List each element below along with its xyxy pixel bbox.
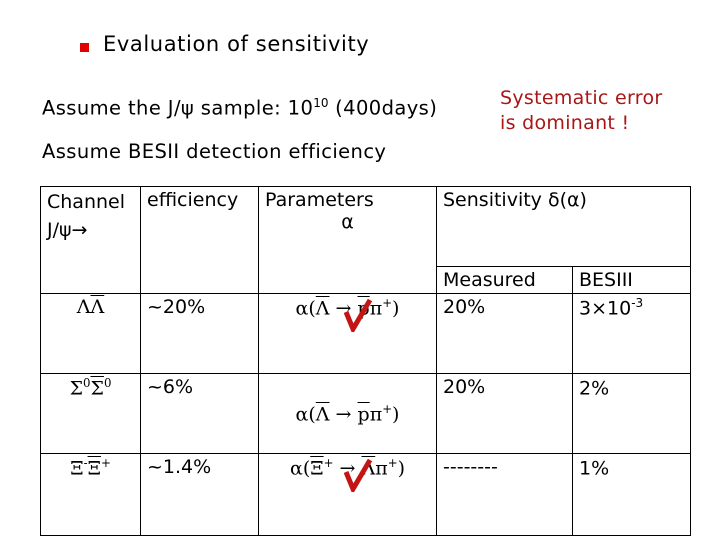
bullet-square-icon: [80, 42, 89, 52]
formula-child2: π: [369, 403, 383, 426]
header-channel-line2: J/ψ→: [47, 218, 88, 241]
cell-measured: 20%: [436, 293, 573, 374]
red-checkmark-icon: [343, 298, 372, 332]
table-header-row: Channel J/ψ→ efficiency Parameters α Sen…: [40, 186, 691, 294]
header-channel-line1: Channel: [47, 191, 126, 213]
red-checkmark-icon: [343, 458, 372, 492]
assumption-sample-suffix: (400days): [335, 96, 438, 120]
cell-parameter: α(Λ → pπ+): [258, 293, 437, 374]
channel-antiparticle: Σ: [90, 377, 104, 400]
formula-child1: p: [357, 403, 370, 426]
cell-besiii-exponent: -3: [631, 296, 644, 310]
channel-antiparticle: Λ: [90, 296, 105, 318]
systematic-error-note-line2: is dominant !: [500, 112, 630, 135]
cell-measured: 20%: [436, 373, 573, 454]
channel-particle-sup: 0: [83, 376, 91, 390]
formula-close: ): [397, 457, 405, 480]
table-row: Ξ-Ξ+ ~1.4% α(Ξ+ → Λπ+) -------- 1%: [40, 453, 691, 536]
formula-alpha: α(: [295, 297, 316, 320]
formula-alpha: α(: [295, 403, 316, 426]
formula-arrow: →: [335, 403, 352, 426]
assumption-sample-exponent: 10: [313, 96, 329, 110]
cell-channel: Ξ-Ξ+: [40, 453, 141, 536]
slide-title-line: Evaluation of sensitivity: [80, 32, 369, 56]
formula-child2-sup: +: [382, 296, 393, 310]
cell-besiii-value: 1%: [579, 457, 610, 480]
assumption-efficiency-line: Assume BESII detection efficiency: [42, 140, 387, 163]
channel-particle: Ξ: [70, 457, 84, 480]
sensitivity-table: Channel J/ψ→ efficiency Parameters α Sen…: [40, 186, 691, 536]
assumption-sample-prefix: Assume the J/ψ sample: 10: [42, 96, 314, 120]
cell-channel: Σ0Σ0: [40, 373, 141, 454]
formula-parent: Ξ: [310, 457, 324, 480]
formula-child2: π: [375, 457, 388, 480]
assumption-sample-line: Assume the J/ψ sample: 1010 (400days): [42, 96, 437, 120]
channel-antiparticle-sup: 0: [103, 376, 112, 390]
cell-parameter: α(Λ → pπ+): [258, 373, 437, 454]
header-parameters: Parameters α: [258, 186, 437, 294]
systematic-error-note: Systematic error is dominant !: [500, 86, 710, 136]
formula-parent-sup: +: [323, 456, 334, 470]
cell-besiii-value: 3×10: [579, 297, 632, 320]
formula-child2-sup: +: [382, 401, 393, 416]
page-title: Evaluation of sensitivity: [103, 32, 370, 56]
table-row: Σ0Σ0 ~6% α(Λ → pπ+) 20% 2%: [40, 373, 691, 454]
channel-particle: Σ: [69, 377, 83, 400]
formula-parent: Λ: [315, 297, 330, 320]
cell-efficiency: ~1.4%: [140, 453, 259, 536]
header-parameters-line1: Parameters: [265, 189, 374, 211]
formula-alpha: α(: [289, 457, 311, 480]
systematic-error-note-line1: Systematic error: [500, 87, 663, 109]
formula-close: ): [392, 403, 400, 426]
header-channel: Channel J/ψ→: [40, 186, 141, 294]
channel-antiparticle: Ξ: [87, 457, 101, 480]
header-besiii: BESIII: [572, 266, 691, 294]
cell-efficiency: ~6%: [140, 373, 259, 454]
cell-channel: ΛΛ: [40, 293, 141, 374]
formula-parent: Λ: [315, 403, 330, 426]
header-measured: Measured: [436, 266, 573, 294]
cell-besiii-value: 2%: [579, 377, 610, 400]
header-efficiency: efficiency: [140, 186, 259, 294]
cell-efficiency: ~20%: [140, 293, 259, 374]
formula-child2-sup: +: [387, 456, 398, 470]
cell-parameter: α(Ξ+ → Λπ+): [258, 453, 437, 536]
channel-antiparticle-sup: +: [100, 456, 111, 470]
parameter-formula: α(Λ → pπ+): [296, 402, 400, 425]
cell-measured: --------: [436, 453, 573, 536]
header-parameters-line2: α: [341, 211, 354, 233]
table-row: ΛΛ ~20% α(Λ → pπ+) 20% 3×10-3: [40, 293, 691, 374]
cell-besiii: 2%: [572, 373, 691, 454]
channel-particle: Λ: [76, 296, 91, 318]
cell-besiii: 3×10-3: [572, 293, 691, 374]
formula-close: ): [392, 297, 400, 320]
header-sensitivity: Sensitivity δ(α): [436, 186, 691, 267]
cell-besiii: 1%: [572, 453, 691, 536]
